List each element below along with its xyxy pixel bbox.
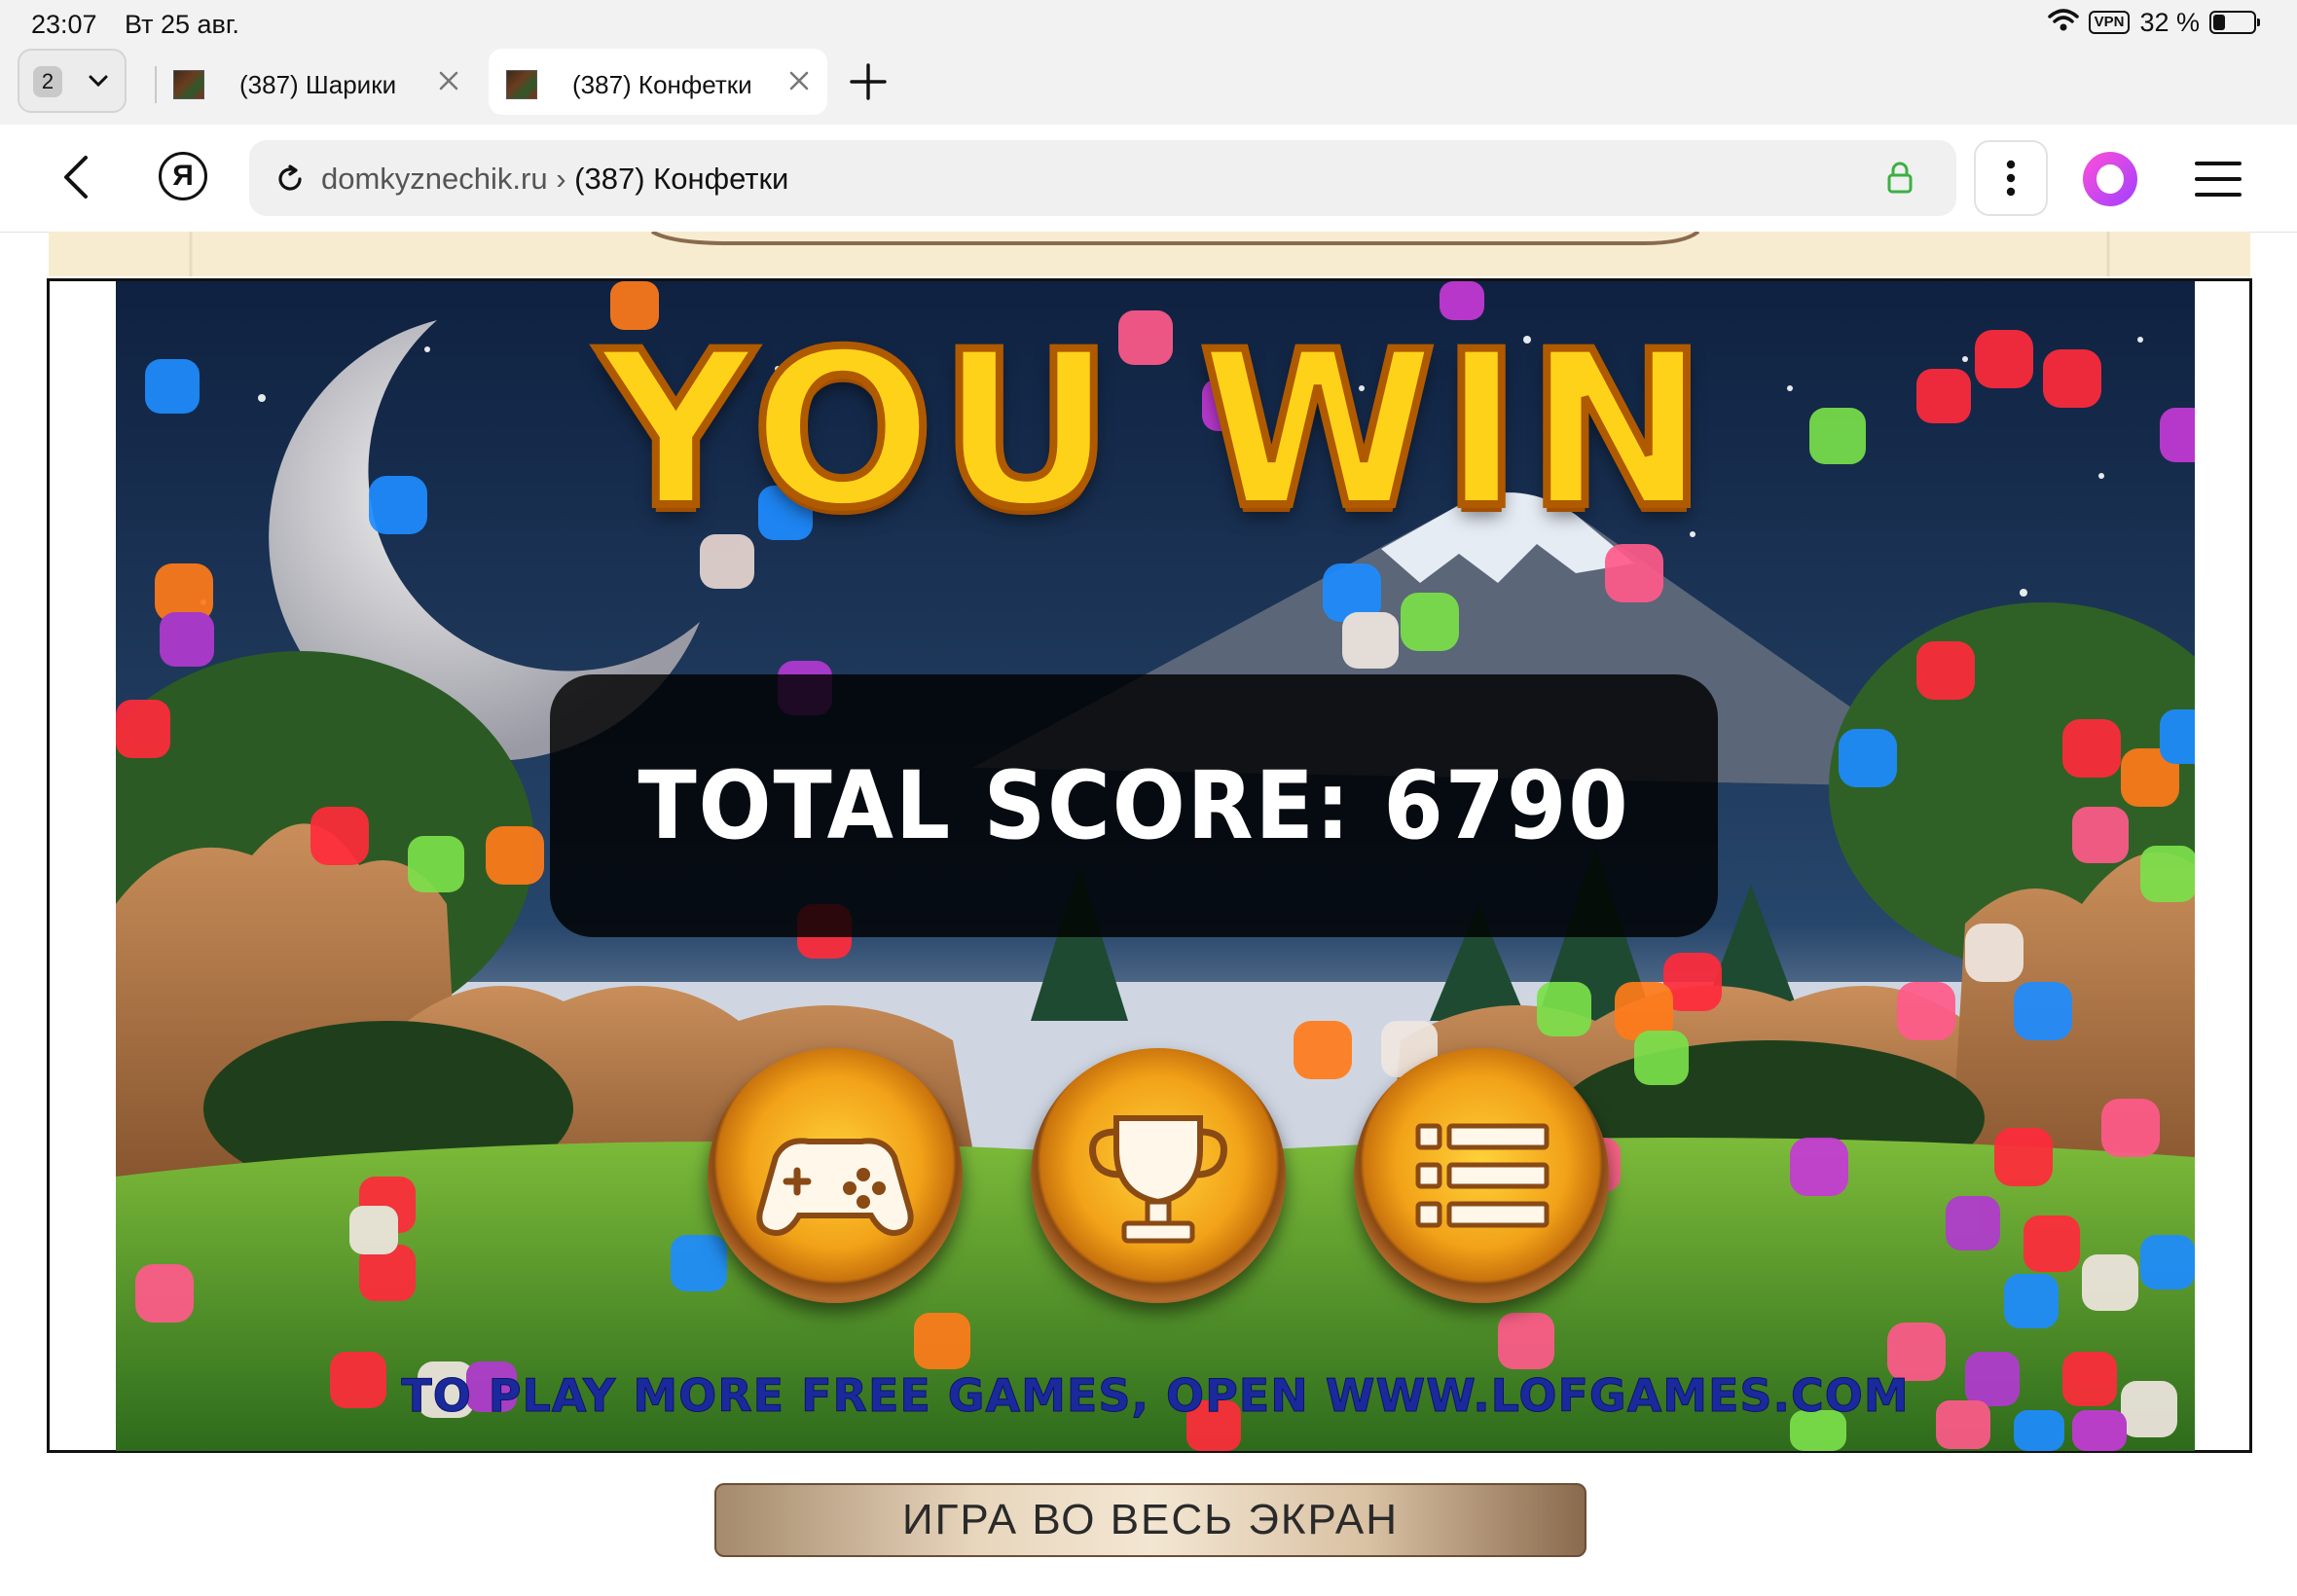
close-icon[interactable] (436, 68, 461, 98)
score-panel: TOTAL SCORE: 6790 (550, 674, 1718, 937)
tab-bar: 2 (387) Шарики (387) Конфетки (0, 43, 2297, 125)
status-time: 23:07 (31, 10, 97, 39)
menu-list-icon (1415, 1123, 1550, 1228)
play-again-button[interactable] (708, 1048, 963, 1303)
main-menu-button[interactable] (1354, 1048, 1609, 1303)
close-icon[interactable] (786, 68, 812, 98)
tab-title: (387) Шарики (239, 70, 397, 99)
status-date: Вт 25 авг. (125, 10, 239, 39)
url-domain: domkyznechik.ru (321, 162, 548, 196)
vertical-dots-icon (2006, 160, 2016, 197)
total-score: TOTAL SCORE: 6790 (638, 751, 1630, 860)
trophy-icon (1089, 1115, 1227, 1244)
gamepad-icon (756, 1138, 914, 1237)
win-title: YOU WIN (595, 306, 1713, 555)
game-canvas[interactable]: YOU WIN TOTAL SCORE: 6790 TO PLAY MORE F… (116, 281, 2195, 1451)
more-options-button[interactable] (1974, 140, 2048, 216)
tab-title: (387) Конфетки (572, 70, 752, 99)
fullscreen-game-button[interactable]: ИГРА ВО ВЕСЬ ЭКРАН (714, 1483, 1586, 1557)
url-page-title: (387) Конфетки (574, 162, 789, 196)
status-indicators: VPN 32 % (2047, 7, 2260, 38)
lock-icon[interactable] (1886, 162, 1914, 200)
back-arrow-icon[interactable] (56, 154, 99, 205)
url-separator: › (556, 162, 566, 196)
tab-candy-game[interactable]: (387) Конфетки (489, 49, 827, 115)
decor-strip (189, 230, 2110, 276)
favicon-icon (173, 70, 204, 99)
hamburger-menu-icon[interactable] (2194, 160, 2242, 203)
navigation-bar: Я domkyznechik.ru › (387) Конфетки (0, 125, 2297, 233)
chevron-down-icon (88, 70, 109, 96)
battery-percent: 32 % (2139, 7, 2200, 37)
alice-assistant-icon[interactable] (2083, 152, 2137, 206)
address-bar[interactable]: domkyznechik.ru › (387) Конфетки (249, 140, 1956, 216)
yandex-logo-button[interactable]: Я (159, 152, 207, 200)
tab-switcher-button[interactable]: 2 (18, 49, 127, 113)
battery-icon (2209, 11, 2260, 34)
favicon-icon (506, 70, 537, 99)
battery-level (2213, 15, 2225, 30)
wifi-icon (2047, 8, 2079, 38)
url-text: domkyznechik.ru › (387) Конфетки (321, 162, 788, 197)
page-header-strip (49, 230, 2250, 276)
leaderboard-button[interactable] (1031, 1048, 1286, 1303)
reload-icon[interactable] (274, 163, 306, 200)
new-tab-plus-icon[interactable] (849, 62, 888, 106)
tab-count: 2 (33, 66, 62, 97)
vpn-badge: VPN (2088, 11, 2131, 34)
game-frame: YOU WIN TOTAL SCORE: 6790 TO PLAY MORE F… (47, 278, 2252, 1453)
tab-sphere-game[interactable]: (387) Шарики (156, 49, 477, 115)
promo-banner-text[interactable]: TO PLAY MORE FREE GAMES, OPEN WWW.LOFGAM… (116, 1369, 2195, 1423)
status-bar: 23:07 Вт 25 авг. VPN 32 % (0, 0, 2297, 43)
